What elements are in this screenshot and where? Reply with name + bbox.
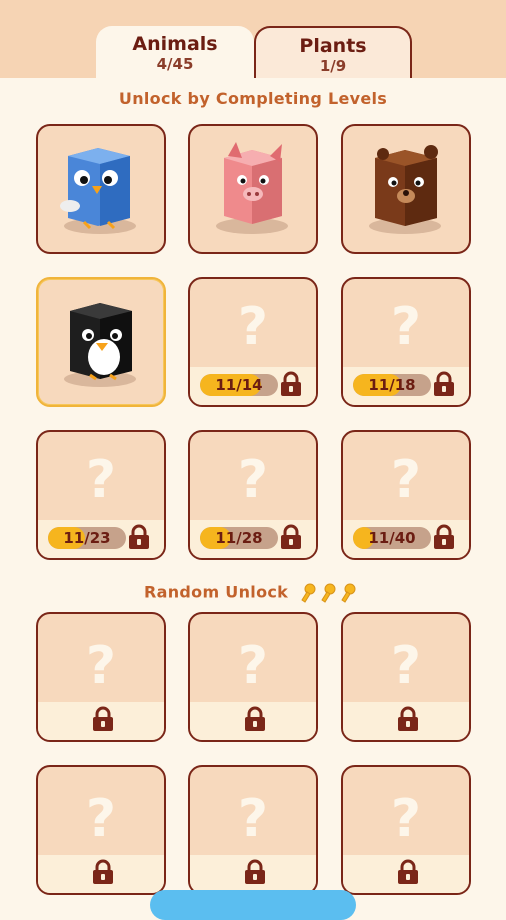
random-locked-card[interactable]: ?: [341, 612, 471, 742]
question-mark: ?: [390, 450, 422, 510]
tab-animals-label: Animals: [132, 33, 218, 55]
level-progress-bar: 11/23: [48, 527, 126, 549]
tab-plants-label: Plants: [299, 35, 367, 57]
question-mark: ?: [85, 789, 117, 849]
penguin-cube-icon: [64, 303, 136, 387]
random-locked-card[interactable]: ?: [341, 765, 471, 895]
progress-text: 11/18: [368, 376, 416, 394]
locked-animal-card[interactable]: ? 11/18: [341, 277, 471, 407]
bear-cube-icon: [369, 145, 441, 234]
random-locked-card[interactable]: ?: [36, 612, 166, 742]
question-mark: ?: [237, 297, 269, 357]
lock-icon: [93, 706, 113, 731]
progress-text: 11/40: [368, 529, 416, 547]
question-mark: ?: [390, 636, 422, 696]
lock-icon: [398, 859, 418, 884]
question-mark: ?: [237, 450, 269, 510]
random-locked-card[interactable]: ?: [188, 765, 318, 895]
pig-cube-icon: [216, 142, 288, 234]
level-progress-bar: 11/14: [200, 374, 278, 396]
random-section-title: Random Unlock: [0, 582, 506, 604]
animal-card-penguin[interactable]: [36, 277, 166, 407]
lock-icon: [434, 524, 454, 549]
bluebird-cube-icon: [60, 148, 136, 234]
lock-icon: [129, 524, 149, 549]
tab-plants[interactable]: Plants 1/9: [254, 26, 412, 78]
question-mark: ?: [237, 789, 269, 849]
bottom-action-button[interactable]: [150, 890, 356, 920]
question-mark: ?: [85, 450, 117, 510]
animal-card-bluebird[interactable]: [36, 124, 166, 254]
tab-plants-count: 1/9: [319, 57, 347, 75]
animal-card-pig[interactable]: [188, 124, 318, 254]
random-section-label: Random Unlock: [144, 582, 289, 602]
tab-animals[interactable]: Animals 4/45: [96, 26, 254, 78]
lock-icon: [93, 859, 113, 884]
animal-card-bear[interactable]: [341, 124, 471, 254]
progress-text: 11/28: [215, 529, 263, 547]
random-locked-card[interactable]: ?: [36, 765, 166, 895]
question-mark: ?: [85, 636, 117, 696]
level-progress-bar: 11/40: [353, 527, 431, 549]
lock-icon: [281, 524, 301, 549]
lock-icon: [245, 706, 265, 731]
question-mark: ?: [390, 297, 422, 357]
locked-animal-card[interactable]: ? 11/14: [188, 277, 318, 407]
random-locked-card[interactable]: ?: [188, 612, 318, 742]
lock-icon: [434, 371, 454, 396]
lock-icon: [245, 859, 265, 884]
locked-animal-card[interactable]: ? 11/40: [341, 430, 471, 560]
locked-animal-card[interactable]: ? 11/23: [36, 430, 166, 560]
tab-animals-count: 4/45: [156, 55, 194, 73]
question-mark: ?: [390, 789, 422, 849]
progress-text: 11/14: [215, 376, 263, 394]
key-icon: [301, 583, 356, 603]
lock-icon: [281, 371, 301, 396]
lock-icon: [398, 706, 418, 731]
level-progress-bar: 11/28: [200, 527, 278, 549]
question-mark: ?: [237, 636, 269, 696]
levels-section-title: Unlock by Completing Levels: [118, 89, 388, 108]
level-progress-bar: 11/18: [353, 374, 431, 396]
locked-animal-card[interactable]: ? 11/28: [188, 430, 318, 560]
progress-text: 11/23: [63, 529, 111, 547]
